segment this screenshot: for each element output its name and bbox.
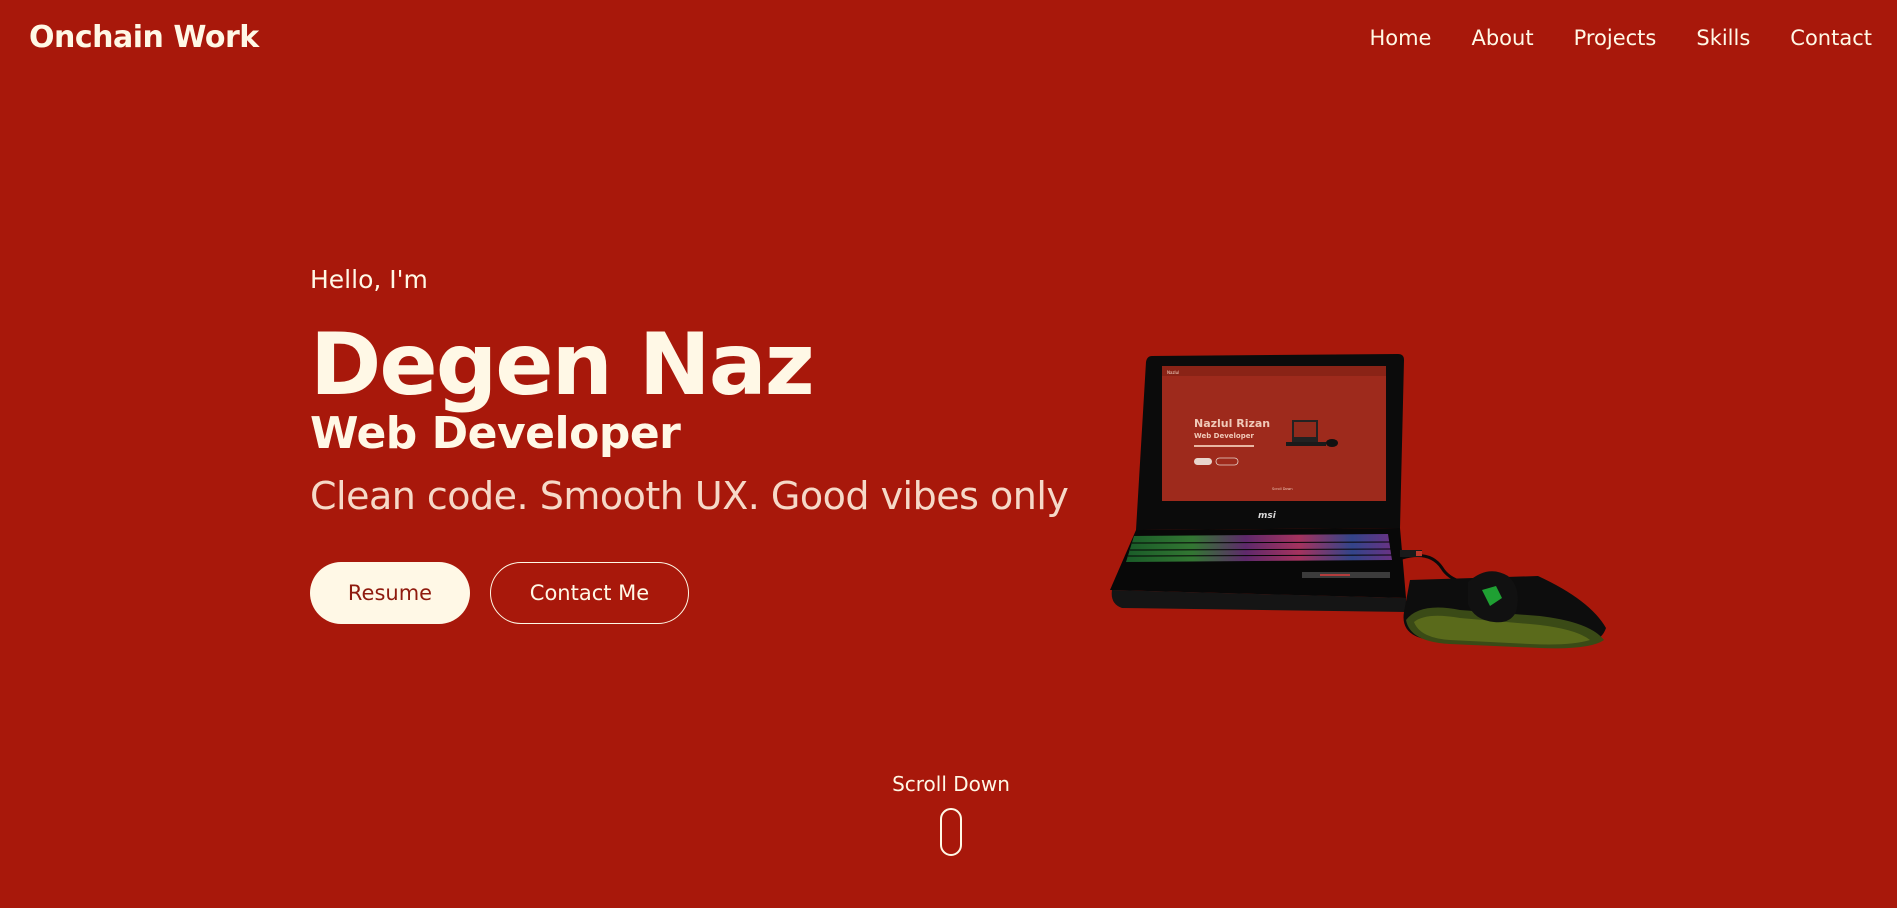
page: Onchain Work Home About Projects Skills … [0, 0, 1897, 908]
hero-tagline: Clean code. Smooth UX. Good vibes only [310, 474, 1069, 519]
screen-subtitle: Web Developer [1194, 432, 1255, 440]
svg-text:Scroll Down: Scroll Down [1272, 487, 1293, 491]
nav-skills[interactable]: Skills [1696, 26, 1750, 50]
hero-section: Hello, I'm Degen Naz Web Developer Clean… [310, 265, 1069, 625]
hero-role: Web Developer [310, 408, 681, 459]
scroll-down-label: Scroll Down [892, 772, 1010, 796]
nav-projects[interactable]: Projects [1574, 26, 1657, 50]
hero-greeting: Hello, I'm [310, 265, 428, 294]
msi-badge: msi [1258, 511, 1277, 521]
nav-home[interactable]: Home [1369, 26, 1431, 50]
contact-me-button[interactable]: Contact Me [490, 562, 689, 625]
nav-contact[interactable]: Contact [1790, 26, 1872, 50]
hero-buttons: Resume Contact Me [310, 562, 1068, 625]
mouse-icon [940, 808, 962, 856]
laptop-with-mouse-illustration: Nazlul Nazlul Rizan Web Developer Scroll… [1070, 350, 1615, 660]
hero-name: Degen Naz [310, 315, 815, 415]
nav-about[interactable]: About [1471, 26, 1533, 50]
resume-button[interactable]: Resume [310, 562, 470, 625]
screen-title: Nazlul Rizan [1194, 417, 1270, 430]
main-nav: Home About Projects Skills Contact [1369, 26, 1872, 50]
svg-text:Nazlul: Nazlul [1167, 370, 1179, 375]
brand-logo[interactable]: Onchain Work [29, 20, 259, 55]
scroll-down-indicator[interactable]: Scroll Down [892, 772, 1010, 856]
